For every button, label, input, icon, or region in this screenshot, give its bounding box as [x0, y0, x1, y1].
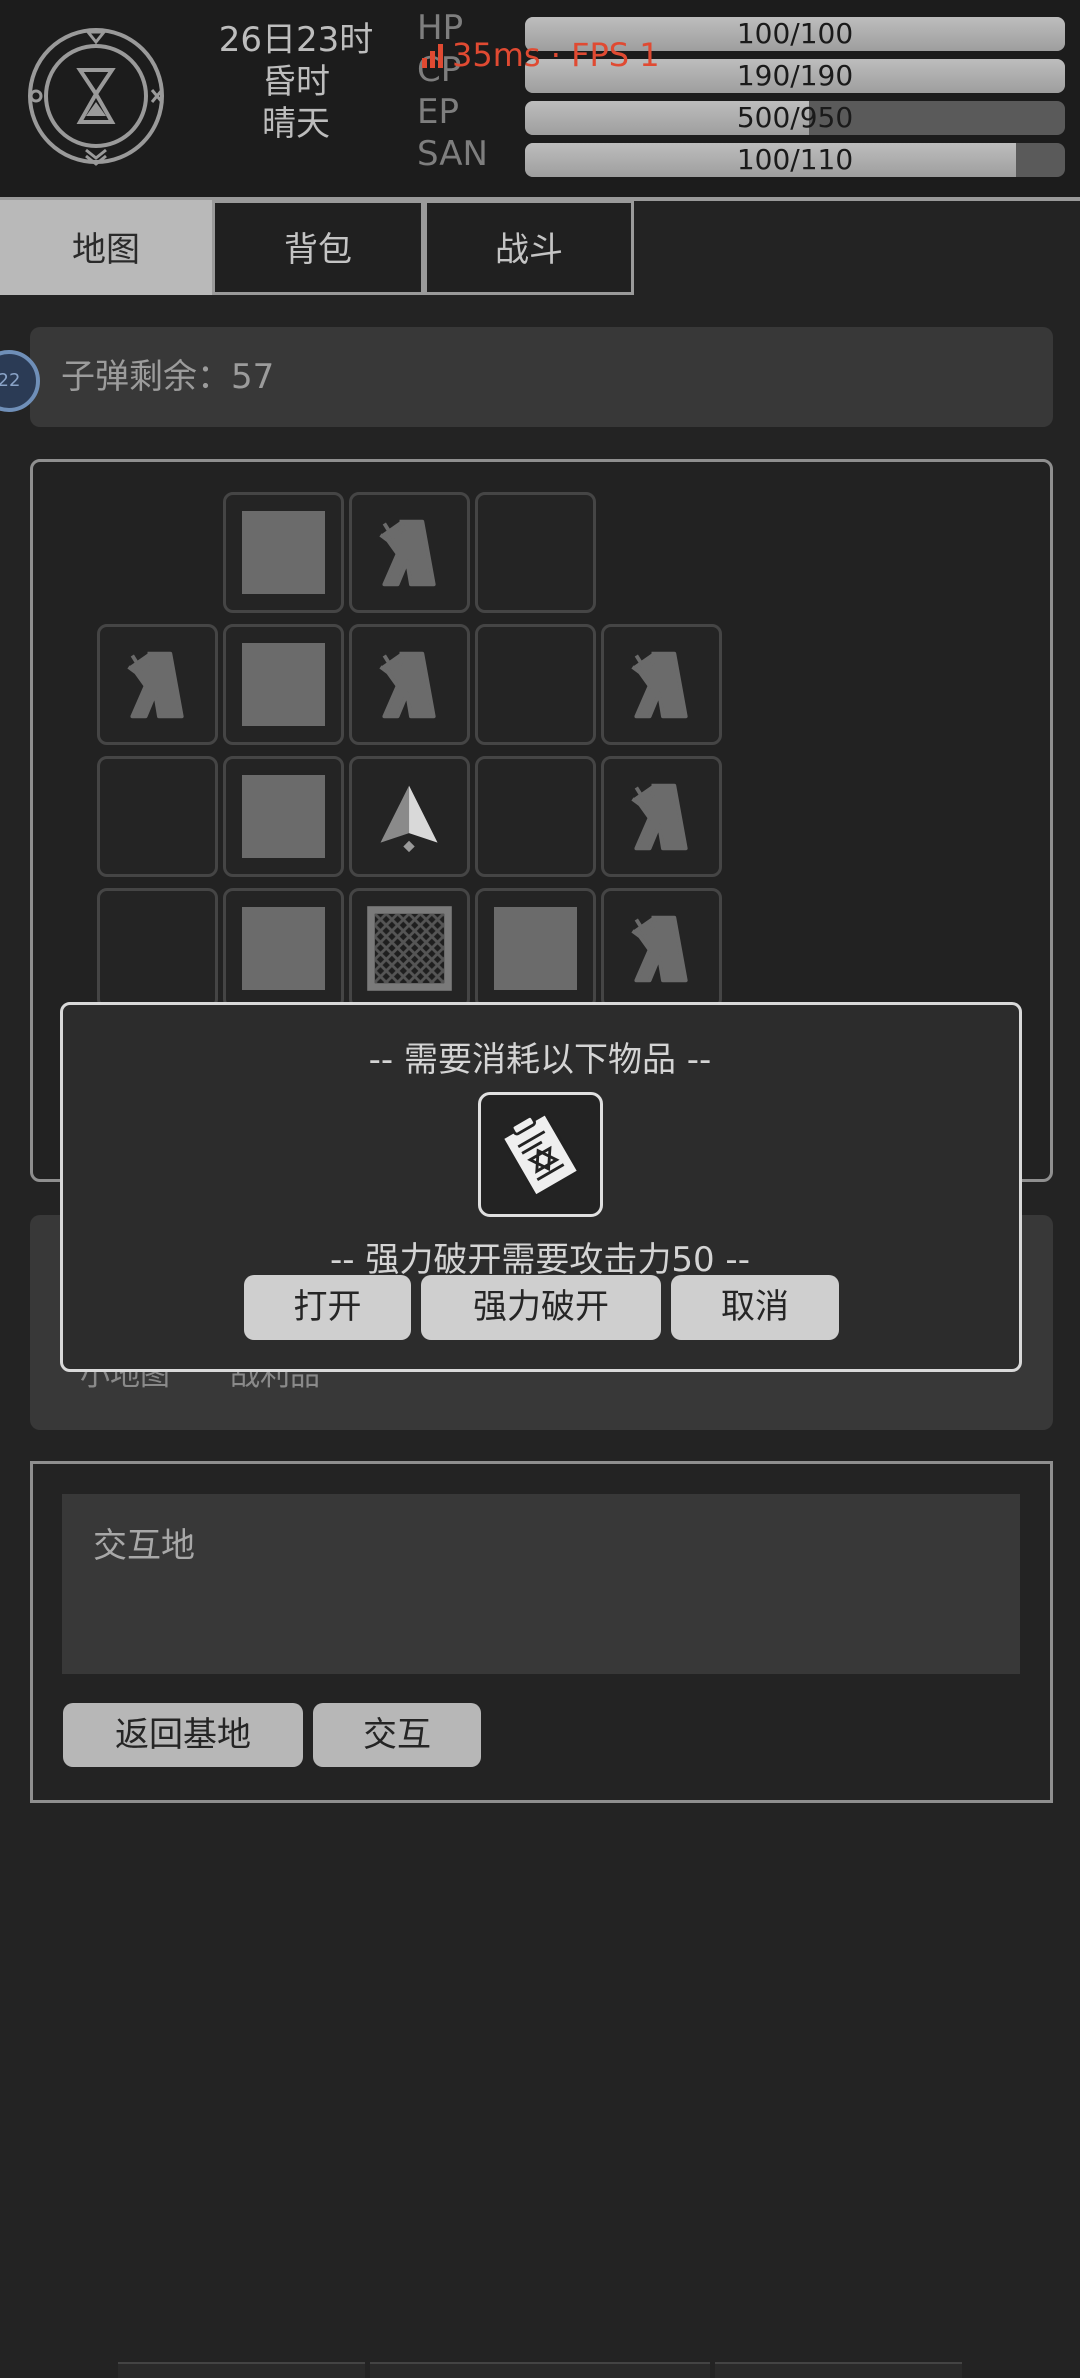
fps-overlay: 35ms · FPS 1 [420, 36, 660, 74]
map-cell-wall[interactable] [223, 888, 344, 1009]
player-arrow-icon [380, 785, 438, 853]
map-cell-empty[interactable] [475, 624, 596, 745]
required-item-slot[interactable] [478, 1092, 603, 1217]
dead-tree-icon [631, 915, 688, 983]
map-cell-tree[interactable] [601, 756, 722, 877]
san-value: 100/110 [736, 143, 854, 176]
force-open-requirement: -- 强力破开需要攻击力50 -- [330, 1240, 750, 1280]
weather-text: 晴天 [262, 104, 330, 144]
san-label: SAN [417, 134, 488, 174]
map-cell-empty[interactable] [97, 756, 218, 877]
dead-tree-icon [631, 651, 688, 719]
map-cell-empty[interactable] [475, 756, 596, 877]
map-cell-wall[interactable] [223, 756, 344, 877]
tab-map[interactable]: 地图 [0, 200, 212, 295]
dead-tree-icon [127, 651, 184, 719]
ammo-count: 子弹剩余：57 [61, 357, 275, 397]
wall-block-icon [242, 907, 325, 990]
map-cell-tree[interactable] [601, 888, 722, 1009]
dialog-title: -- 需要消耗以下物品 -- [368, 1040, 712, 1080]
wall-block-icon [242, 511, 325, 594]
map-cell-tree[interactable] [97, 624, 218, 745]
crate-icon [367, 906, 452, 991]
ep-value: 500/950 [736, 101, 854, 134]
wall-block-icon [242, 643, 325, 726]
map-cell-empty[interactable] [475, 492, 596, 613]
hourglass-clock-icon[interactable] [26, 26, 166, 166]
map-cell-wall[interactable] [223, 492, 344, 613]
map-cell-tree[interactable] [601, 624, 722, 745]
map-cell-tree[interactable] [349, 624, 470, 745]
fps-text: 35ms · FPS 1 [452, 36, 660, 74]
force-open-button[interactable]: 强力破开 [421, 1275, 661, 1340]
ep-label: EP [417, 92, 459, 132]
map-cell-crate[interactable] [349, 888, 470, 1009]
ep-bar: 500/950 [525, 101, 1065, 135]
map-cell-wall[interactable] [223, 624, 344, 745]
map-cell-player[interactable] [349, 756, 470, 877]
tab-battle[interactable]: 战斗 [424, 200, 634, 295]
interact-label: 交互地 [93, 1526, 195, 1566]
map-cell-empty[interactable] [97, 888, 218, 1009]
wall-block-icon [494, 907, 577, 990]
cancel-button[interactable]: 取消 [671, 1275, 839, 1340]
lockpick-document-icon [500, 1111, 581, 1199]
map-cell-tree[interactable] [349, 492, 470, 613]
dead-tree-icon [379, 651, 436, 719]
dead-tree-icon [379, 519, 436, 587]
status-header: 26日23时 昏时 晴天 HP CP EP SAN 100/100 190/19… [0, 0, 1080, 201]
return-base-button[interactable]: 返回基地 [63, 1703, 303, 1767]
tab-backpack[interactable]: 背包 [212, 200, 424, 295]
interact-button[interactable]: 交互 [313, 1703, 481, 1767]
signal-icon [422, 44, 443, 68]
map-cell-wall[interactable] [475, 888, 596, 1009]
open-button[interactable]: 打开 [244, 1275, 411, 1340]
wall-block-icon [242, 775, 325, 858]
interact-area: 交互地 [62, 1494, 1020, 1674]
ammo-panel: 子弹剩余：57 [30, 327, 1053, 427]
san-bar: 100/110 [525, 143, 1065, 177]
dead-tree-icon [631, 783, 688, 851]
